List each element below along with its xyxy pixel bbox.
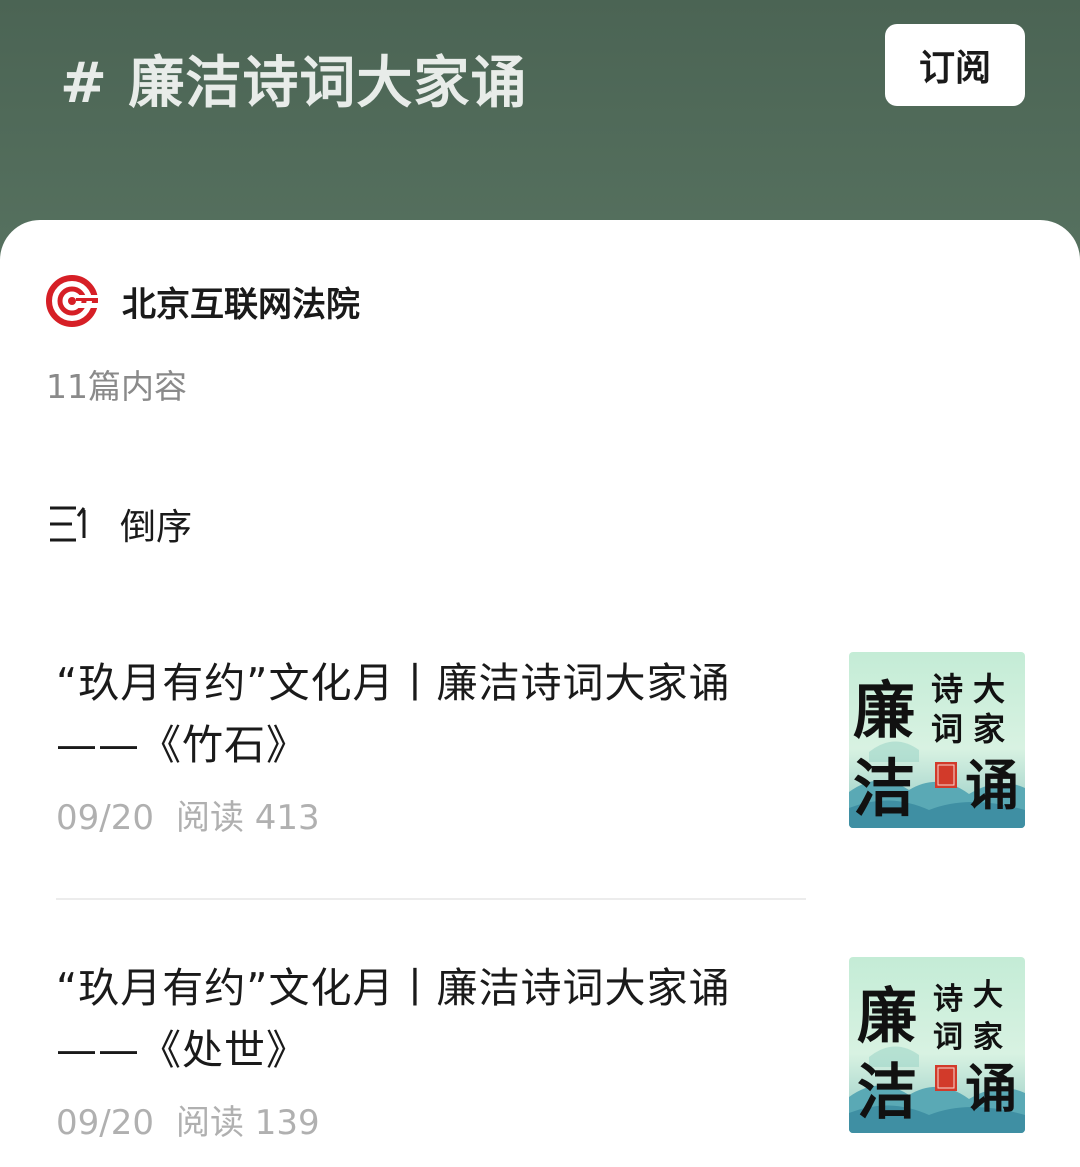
subscribe-button[interactable]: 订阅 (885, 24, 1025, 106)
svg-text:廉: 廉 (857, 982, 917, 1052)
article-thumbnail: 廉 洁 诗 大 词 家 诵 (849, 652, 1025, 828)
sort-label: 倒序 (120, 507, 193, 548)
poetry-cover-image: 廉 洁 诗 大 词 家 诵 (849, 957, 1025, 1133)
poetry-cover-image: 廉 洁 诗 大 词 家 诵 (849, 652, 1025, 828)
article-title-line-2: ——《竹石》 (56, 721, 308, 769)
svg-text:诗: 诗 (931, 670, 963, 708)
article-item[interactable]: “玖月有约”文化月丨廉洁诗词大家诵 ——《处世》 09/20 阅读 139 廉 … (56, 957, 1026, 1143)
svg-text:家: 家 (973, 710, 1005, 748)
svg-text:洁: 洁 (853, 752, 915, 825)
content-count: 11篇内容 (46, 367, 187, 406)
article-title: “玖月有约”文化月丨廉洁诗词大家诵 ——《处世》 (56, 957, 808, 1081)
svg-text:家: 家 (973, 1020, 1003, 1055)
article-title-line-2: ——《处世》 (56, 1026, 308, 1074)
svg-text:大: 大 (973, 670, 1005, 708)
sort-toggle[interactable]: 倒序 (48, 498, 192, 550)
read-count: 139 (254, 1103, 320, 1143)
read-label: 阅读 (175, 798, 244, 838)
article-item[interactable]: “玖月有约”文化月丨廉洁诗词大家诵 ——《竹石》 09/20 阅读 413 廉 … (56, 652, 1026, 838)
article-divider (56, 898, 806, 900)
svg-text:诵: 诵 (965, 753, 1019, 817)
svg-text:诵: 诵 (965, 1059, 1017, 1120)
account-name: 北京互联网法院 (122, 284, 360, 325)
content-card: 北京互联网法院 11篇内容 倒序 “玖月有约”文化月丨廉洁诗词大家诵 ——《竹石… (0, 220, 1080, 1167)
read-count: 413 (254, 798, 320, 838)
court-logo-icon (46, 275, 98, 327)
svg-text:大: 大 (973, 978, 1003, 1013)
svg-text:词: 词 (931, 710, 963, 748)
article-meta: 09/20 阅读 139 (56, 1095, 320, 1144)
read-label: 阅读 (175, 1103, 244, 1143)
sort-order-icon (50, 506, 86, 542)
article-thumbnail: 廉 洁 诗 大 词 家 诵 (849, 957, 1025, 1133)
article-date: 09/20 (56, 798, 154, 838)
topic-title: # 廉洁诗词大家诵 (60, 51, 528, 116)
article-date: 09/20 (56, 1103, 154, 1143)
article-title-line-1: “玖月有约”文化月丨廉洁诗词大家诵 (56, 659, 731, 707)
svg-text:廉: 廉 (853, 674, 915, 747)
article-title-line-1: “玖月有约”文化月丨廉洁诗词大家诵 (56, 964, 731, 1012)
account-row[interactable]: 北京互联网法院 (46, 275, 360, 327)
article-meta: 09/20 阅读 413 (56, 790, 320, 839)
svg-text:词: 词 (933, 1020, 963, 1055)
article-title: “玖月有约”文化月丨廉洁诗词大家诵 ——《竹石》 (56, 652, 808, 776)
svg-text:诗: 诗 (933, 982, 963, 1017)
svg-text:洁: 洁 (857, 1058, 917, 1128)
